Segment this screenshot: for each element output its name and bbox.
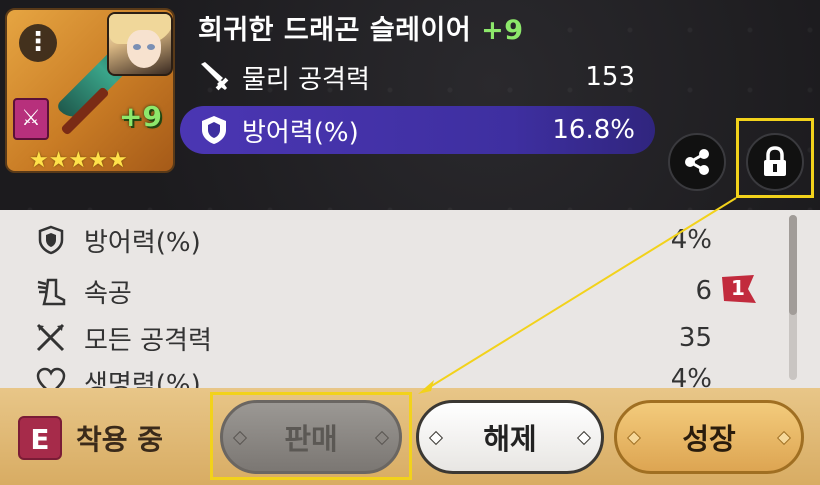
main-stat-value: 16.8% (552, 115, 635, 145)
main-stat-label: 물리 공격력 (242, 64, 370, 95)
sub-stat-row: 속공 6 (34, 271, 724, 311)
unequip-label: 해제 (483, 422, 537, 456)
hero-portrait[interactable] (107, 12, 173, 76)
sub-stat-label: 생명력(%) (84, 370, 201, 390)
sell-highlight-box (210, 392, 412, 480)
portrait-eye (133, 44, 141, 50)
sub-stat-row: 생명력(%) 4% (34, 364, 724, 390)
item-name: 희귀한 드래곤 슬레이어 (198, 15, 472, 46)
item-thumbnail[interactable]: ⋮ ⚔ +9 ★ ★ ★ ★ ★ (5, 8, 175, 173)
diamond-decor-icon (576, 430, 592, 446)
sub-stat-value: 4% (670, 364, 712, 390)
item-enhance-level: +9 (481, 15, 524, 46)
star-icon: ★ (68, 148, 89, 173)
diamond-decor-icon (428, 430, 444, 446)
main-stat-defense: 방어력(%) 16.8% (180, 106, 655, 154)
lock-highlight-box (736, 118, 814, 198)
sub-stat-value: 4% (670, 225, 712, 255)
scrollbar-thumb[interactable] (789, 215, 797, 315)
portrait-eye (147, 44, 155, 50)
sub-stat-label: 모든 공격력 (84, 325, 212, 356)
class-icon: ⚔ (13, 98, 49, 140)
star-icon: ★ (88, 148, 108, 173)
grow-label: 성장 (682, 422, 736, 456)
enhance-count-text: 1 (731, 276, 745, 300)
portrait-face (127, 30, 161, 68)
share-icon (685, 149, 709, 175)
more-options-icon[interactable]: ⋮ (19, 24, 57, 62)
equipped-status: E 착용 중 (18, 416, 163, 460)
enhance-count-badge: 1 (718, 273, 758, 305)
sub-stat-row: 모든 공격력 35 (34, 318, 724, 358)
main-stat-value: 153 (585, 62, 635, 92)
unequip-button[interactable]: 해제 (416, 400, 604, 474)
star-rating: ★ ★ ★ ★ ★ (29, 150, 128, 172)
sword-icon (194, 57, 234, 97)
main-stat-label: 방어력(%) (242, 117, 359, 148)
sub-stat-value: 6 (695, 276, 712, 306)
grow-button[interactable]: 성장 (614, 400, 804, 474)
diamond-decor-icon (626, 430, 642, 446)
sub-stat-label: 속공 (84, 278, 132, 309)
crossed-swords-icon (34, 321, 68, 355)
sub-stat-row: 방어력(%) 4% (34, 220, 724, 260)
item-title: 희귀한 드래곤 슬레이어 +9 (198, 8, 524, 47)
thumb-enhance-level: +9 (119, 100, 162, 133)
main-stat-attack: 물리 공격력 153 (180, 54, 655, 100)
star-icon: ★ (48, 148, 69, 173)
winged-boot-icon (34, 274, 68, 308)
sub-stat-label: 방어력(%) (84, 227, 201, 258)
shield-outline-icon (34, 223, 68, 257)
equipped-badge: E (18, 416, 62, 460)
star-icon: ★ (107, 148, 128, 173)
equipped-label: 착용 중 (76, 423, 164, 456)
star-icon: ★ (29, 148, 49, 173)
diamond-decor-icon (776, 430, 792, 446)
heart-icon (34, 364, 68, 390)
shield-icon (194, 110, 234, 150)
share-button[interactable] (668, 133, 726, 191)
sub-stat-value: 35 (678, 323, 712, 353)
